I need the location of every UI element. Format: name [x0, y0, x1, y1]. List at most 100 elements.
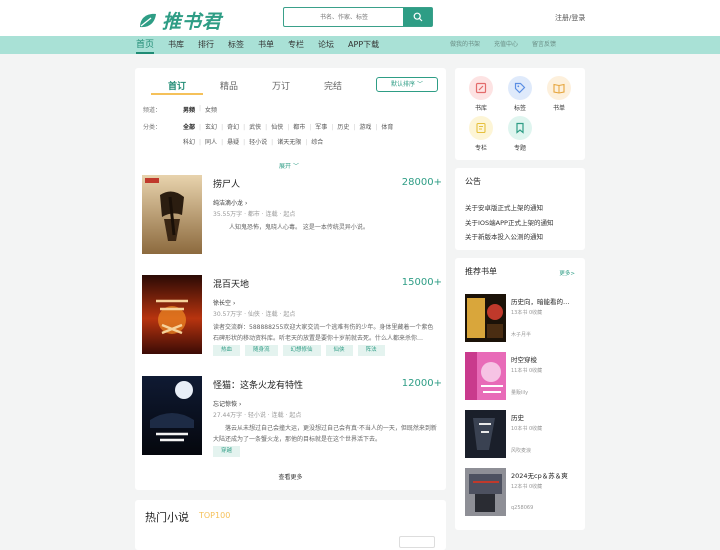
notice-item[interactable]: 关于新版本投入公测的通知	[465, 230, 577, 245]
nav-ranking[interactable]: 排行	[198, 36, 214, 54]
notice-item[interactable]: 关于IOS端APP正式上架的通知	[465, 216, 577, 231]
booklist-title[interactable]: 2024无cp＆苏＆爽	[511, 470, 581, 480]
booklist-item[interactable]: 2024无cp＆苏＆爽 12本书 0收藏 q258069	[465, 468, 580, 518]
nav-forum[interactable]: 论坛	[318, 36, 334, 54]
chevron-down-icon: ﹀	[416, 81, 423, 88]
book-title[interactable]: 怪猫：这条火龙有特性	[213, 378, 303, 391]
booklist-title[interactable]: 历史	[511, 412, 581, 422]
category-item[interactable]: 体育	[381, 120, 393, 135]
book-item[interactable]: 捞尸人 28000+ 纯洁滴小龙 › 35.55万字 · 都市 · 连载 · 起…	[142, 175, 442, 255]
book-tag[interactable]: 随身流	[245, 345, 278, 356]
category-item[interactable]: 诸天无限	[277, 135, 301, 150]
book-item[interactable]: 怪猫：这条火龙有特性 12000+ 忘记惊恢 › 27.44万字 · 轻小说 ·…	[142, 376, 442, 458]
notice-item[interactable]: 关于安卓版正式上架的通知	[465, 201, 577, 216]
sort-dropdown[interactable]: 默认排序 ﹀	[376, 77, 438, 92]
booklist-title[interactable]: 时空穿梭	[511, 354, 581, 364]
nav-app-download[interactable]: APP下载	[348, 36, 379, 54]
category-item[interactable]: 轻小说	[249, 135, 267, 150]
category-filter: 分类： 全部 | 玄幻 | 奇幻 | 武侠 | 仙侠 | 都市 | 军事 | 历史 | 游戏 | …	[143, 120, 433, 150]
book-item[interactable]: 混百天地 15000+ 徐长空 › 30.57万字 · 仙侠 · 连载 · 起点…	[142, 275, 442, 357]
quick-link-library[interactable]: 书库	[467, 76, 495, 112]
booklist-author[interactable]: 木子月半	[511, 331, 531, 338]
booklist-meta: 11本书 0收藏	[511, 368, 543, 374]
search-icon	[413, 12, 422, 22]
book-author[interactable]: 纯洁滴小龙 ›	[213, 198, 247, 207]
tab-first-sub[interactable]: 首订	[151, 79, 203, 95]
booklist-cover[interactable]	[465, 352, 506, 400]
book-sub-count: 12000+	[401, 378, 442, 389]
category-all[interactable]: 全部	[183, 120, 195, 135]
leaf-icon	[140, 13, 156, 27]
category-item[interactable]: 科幻	[183, 135, 195, 150]
book-desc: 人知鬼恐怖，鬼晓人心毒。 这是一本传统灵异小说。	[229, 224, 369, 231]
book-tag[interactable]: 穿越	[213, 446, 241, 457]
channel-filter: 频道： 男频 | 女频	[143, 105, 218, 114]
nav-column[interactable]: 专栏	[288, 36, 304, 54]
search-button[interactable]	[403, 8, 432, 26]
booklist-author[interactable]: 量贩lily	[511, 389, 528, 396]
book-title[interactable]: 混百天地	[213, 277, 249, 290]
booklist-meta: 10本书 0收藏	[511, 426, 543, 432]
nav-tags[interactable]: 标签	[228, 36, 244, 54]
category-item[interactable]: 综合	[311, 135, 323, 150]
nav-home[interactable]: 首页	[136, 36, 155, 54]
hot-filter-box[interactable]	[399, 536, 435, 548]
login-link[interactable]: 注册/登录	[555, 13, 585, 23]
book-tag[interactable]: 热血	[213, 345, 241, 356]
category-item[interactable]: 同人	[205, 135, 217, 150]
section-title: 热门小说	[145, 511, 189, 524]
category-item[interactable]: 玄幻	[205, 120, 217, 135]
booklist-title[interactable]: 历史向，暗能看的…	[511, 296, 581, 306]
book-tag[interactable]: 阵法	[357, 345, 385, 356]
category-item[interactable]: 军事	[315, 120, 327, 135]
channel-female[interactable]: 女频	[205, 105, 217, 114]
nav-feedback[interactable]: 留言反馈	[532, 36, 556, 54]
booklist-item[interactable]: 历史向，暗能看的… 13本书 0收藏 木子月半	[465, 294, 580, 344]
category-item[interactable]: 奇幻	[227, 120, 239, 135]
tab-10k-sub[interactable]: 万订	[255, 79, 307, 95]
book-cover[interactable]	[142, 275, 202, 354]
category-label: 分类：	[143, 124, 162, 131]
booklist-item[interactable]: 历史 10本书 0收藏 风吹麦浪	[465, 410, 580, 460]
tab-premium[interactable]: 精品	[203, 79, 255, 95]
view-more-button[interactable]: 查看更多	[135, 472, 446, 481]
category-item[interactable]: 悬疑	[227, 135, 239, 150]
quick-link-tags[interactable]: 标签	[506, 76, 534, 112]
category-item[interactable]: 都市	[293, 120, 305, 135]
search-input[interactable]	[284, 8, 404, 26]
book-meta: 35.55万字 · 都市 · 连载 · 起点	[213, 211, 296, 218]
book-cover[interactable]	[142, 175, 202, 254]
nav-bookshelf[interactable]: 做我的书架	[450, 36, 480, 54]
quick-links-panel: 书库 标签 书单 专栏 专题	[455, 68, 585, 160]
booklist-item[interactable]: 时空穿梭 11本书 0收藏 量贩lily	[465, 352, 580, 402]
nav-library[interactable]: 书库	[168, 36, 184, 54]
quick-link-column[interactable]: 专栏	[467, 116, 495, 152]
book-sub-count: 15000+	[401, 277, 442, 288]
book-author[interactable]: 忘记惊恢 ›	[213, 399, 241, 408]
booklist-author[interactable]: q258069	[511, 505, 533, 511]
category-item[interactable]: 历史	[337, 120, 349, 135]
logo[interactable]: 推书君	[138, 7, 222, 34]
book-cover[interactable]	[142, 376, 202, 455]
booklist-author[interactable]: 风吹麦浪	[511, 447, 531, 454]
category-item[interactable]: 游戏	[359, 120, 371, 135]
quick-link-topic[interactable]: 专题	[506, 116, 534, 152]
book-tag[interactable]: 仙侠	[325, 345, 353, 356]
book-tag[interactable]: 幻想修仙	[282, 345, 321, 356]
category-item[interactable]: 武侠	[249, 120, 261, 135]
booklist-cover[interactable]	[465, 468, 506, 516]
nav-booklist[interactable]: 书单	[258, 36, 274, 54]
booklist-cover[interactable]	[465, 410, 506, 458]
recommend-more-link[interactable]: 更多>	[559, 269, 575, 277]
nav-recharge[interactable]: 充值中心	[494, 36, 518, 54]
book-title[interactable]: 捞尸人	[213, 177, 240, 190]
booklist-cover[interactable]	[465, 294, 506, 342]
channel-male[interactable]: 男频	[183, 105, 195, 114]
expand-button[interactable]: 展开 ﹀	[279, 161, 299, 170]
quick-link-booklist[interactable]: 书单	[545, 76, 573, 112]
book-author[interactable]: 徐长空 ›	[213, 298, 235, 307]
category-item[interactable]: 仙侠	[271, 120, 283, 135]
tab-finished[interactable]: 完结	[307, 79, 359, 95]
search-box	[283, 7, 433, 27]
quick-link-label: 标签	[513, 105, 526, 112]
